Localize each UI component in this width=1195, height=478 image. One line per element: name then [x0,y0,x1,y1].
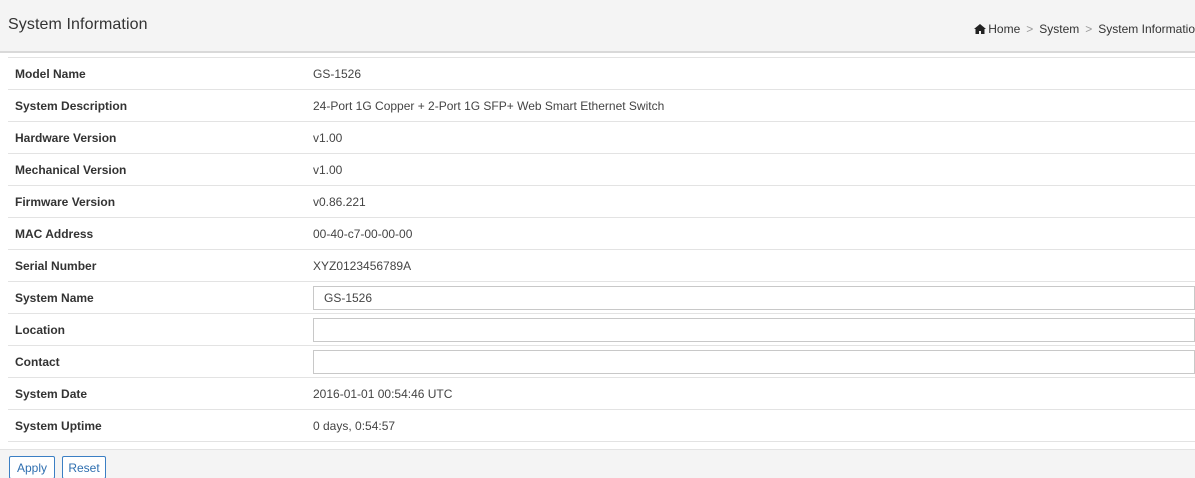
system-description-value: 24-Port 1G Copper + 2-Port 1G SFP+ Web S… [313,98,665,113]
table-row: MAC Address 00-40-c7-00-00-00 [8,217,1195,250]
row-label: Location [15,322,65,337]
table-row: Location [8,313,1195,346]
button-bar: Apply Reset [0,449,1195,478]
mac-address-value: 00-40-c7-00-00-00 [313,226,413,241]
system-info-table: Model Name GS-1526 System Description 24… [8,57,1195,442]
row-label: System Date [15,386,88,401]
table-row: System Description 24-Port 1G Copper + 2… [8,89,1195,122]
row-label: System Uptime [15,418,102,433]
table-row: System Date 2016-01-01 00:54:46 UTC [8,377,1195,410]
table-row: Model Name GS-1526 [8,57,1195,90]
firmware-version-value: v0.86.221 [313,194,366,209]
table-row: Contact [8,345,1195,378]
reset-button[interactable]: Reset [62,456,106,478]
table-row: Mechanical Version v1.00 [8,153,1195,186]
breadcrumb-separator: > [1085,22,1093,36]
breadcrumb: Home > System > System Informatio [973,22,1195,36]
home-icon[interactable] [973,23,987,35]
row-label: System Description [15,98,128,113]
row-label: System Name [15,290,94,305]
row-label: Hardware Version [15,130,117,145]
table-row: System Uptime 0 days, 0:54:57 [8,409,1195,442]
table-row: Firmware Version v0.86.221 [8,185,1195,218]
mechanical-version-value: v1.00 [313,162,343,177]
breadcrumb-separator: > [1026,22,1034,36]
system-uptime-value: 0 days, 0:54:57 [313,418,396,433]
row-label: Mechanical Version [15,162,127,177]
table-row: System Name [8,281,1195,314]
system-date-value: 2016-01-01 00:54:46 UTC [313,386,453,401]
table-row: Serial Number XYZ0123456789A [8,249,1195,282]
row-label: MAC Address [15,226,94,241]
row-label: Firmware Version [15,194,116,209]
system-name-input[interactable] [313,285,1195,310]
row-label: Serial Number [15,258,97,273]
breadcrumb-system[interactable]: System [1039,22,1079,36]
hardware-version-value: v1.00 [313,130,343,145]
model-name-value: GS-1526 [313,66,362,81]
page-header: System Information Home > System > Syste… [0,0,1195,53]
apply-button[interactable]: Apply [9,456,55,478]
row-label: Contact [15,354,60,369]
table-row: Hardware Version v1.00 [8,121,1195,154]
breadcrumb-system-information: System Informatio [1098,22,1195,36]
row-label: Model Name [15,66,86,81]
contact-input[interactable] [313,349,1195,374]
location-input[interactable] [313,317,1195,342]
serial-number-value: XYZ0123456789A [313,258,412,273]
page-title: System Information [8,16,148,33]
breadcrumb-home[interactable]: Home [988,22,1020,36]
